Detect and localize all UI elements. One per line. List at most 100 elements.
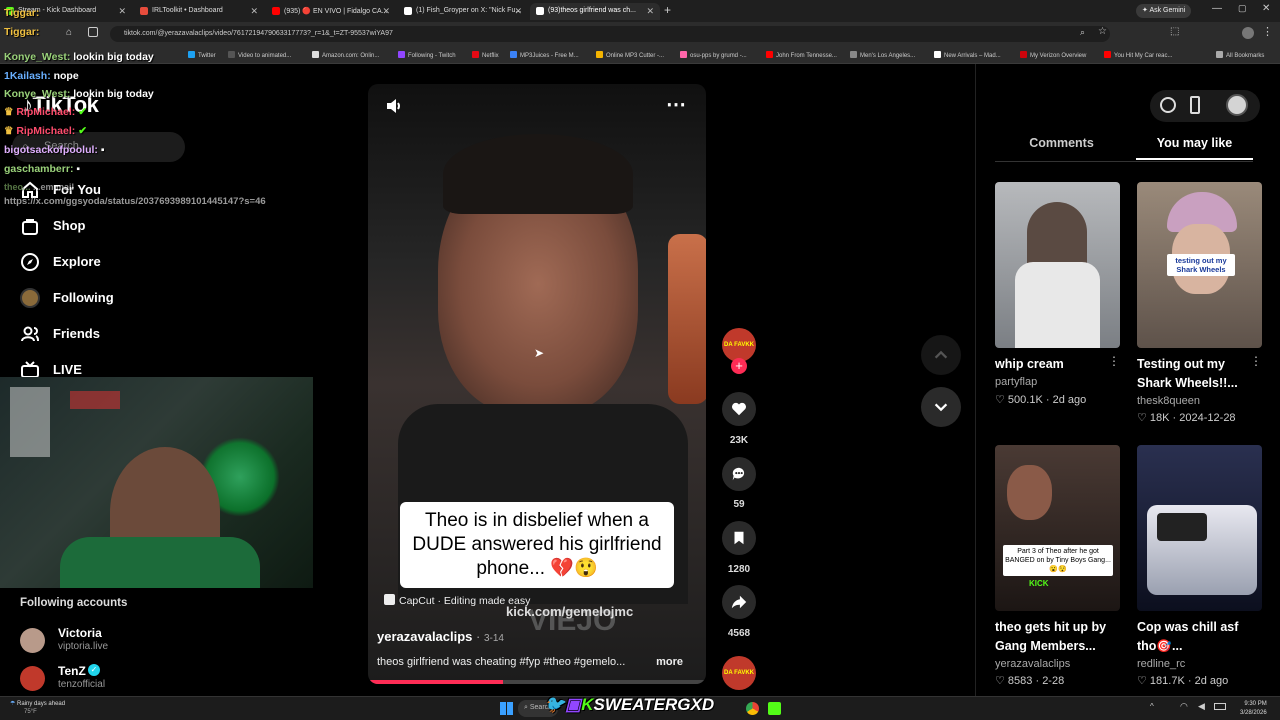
following-account[interactable]: TenZ ✓ tenzofficial: [20, 664, 240, 694]
bookmark-item[interactable]: Twitter: [188, 51, 216, 59]
close-tab-icon[interactable]: ✕: [382, 6, 390, 17]
zoom-icon[interactable]: ⌕: [1080, 27, 1085, 38]
chat-username: theo...: [4, 182, 31, 192]
sound-disc[interactable]: DA FAVKK: [722, 656, 756, 690]
save-button[interactable]: [722, 521, 756, 555]
sidebar-item-label: Shop: [53, 218, 86, 233]
card-author[interactable]: partyflap: [995, 376, 1037, 388]
kick-icon: K: [581, 695, 594, 714]
card-author[interactable]: yerazavalaclips: [995, 658, 1070, 670]
user-avatar[interactable]: [1226, 94, 1248, 116]
phone-icon[interactable]: [1190, 96, 1200, 114]
bookmark-item[interactable]: All Bookmarks: [1216, 51, 1264, 59]
home-icon[interactable]: ⌂: [66, 27, 72, 38]
tab-comments[interactable]: Comments: [995, 136, 1128, 160]
bookmark-item[interactable]: Men's Los Angeles...: [850, 51, 915, 59]
volume-icon[interactable]: [384, 96, 404, 116]
bookmark-item[interactable]: osu-pps by grumd -...: [680, 51, 747, 59]
tab-you-may-like[interactable]: You may like: [1136, 136, 1253, 160]
bookmark-item[interactable]: Following - Twitch: [398, 51, 456, 59]
folder-icon: [1216, 51, 1223, 58]
follow-plus-button[interactable]: +: [731, 358, 747, 374]
browser-tab[interactable]: (935) 🔴 EN VIVO | Fidalgo CA... ✕: [266, 3, 396, 20]
close-tab-icon[interactable]: ✕: [250, 6, 258, 17]
more-options-icon[interactable]: ⋯: [666, 92, 686, 117]
browser-tab[interactable]: (1) Fish_Groyper on X: "Nick Fu... ✕: [398, 3, 528, 20]
bookmark-item[interactable]: My Verizon Overview: [1020, 51, 1086, 59]
tray-chevron-icon[interactable]: ^: [1150, 702, 1154, 711]
previous-video-button[interactable]: [921, 335, 961, 375]
get-app-icon[interactable]: [1160, 97, 1176, 113]
minimize-icon[interactable]: —: [1212, 3, 1222, 14]
close-tab-icon[interactable]: ✕: [514, 6, 522, 17]
following-account[interactable]: Victoria viptoria.live: [20, 626, 240, 656]
bookmark-item[interactable]: Online MP3 Cutter -...: [596, 51, 664, 59]
tabs-divider: [995, 161, 1253, 162]
close-tab-icon[interactable]: ✕: [646, 6, 654, 17]
video-card-thumbnail[interactable]: testing out my Shark Wheels: [1137, 182, 1262, 348]
start-button[interactable]: [500, 702, 513, 715]
url-field[interactable]: tiktok.com/@yerazavalaclips/video/761721…: [110, 26, 1110, 42]
clock[interactable]: 9:30 PM 3/28/2026: [1240, 700, 1267, 718]
progress-track[interactable]: [368, 680, 706, 684]
card-meta: ♡ 8583 · 2-28: [995, 675, 1065, 687]
close-window-icon[interactable]: ✕: [1262, 3, 1270, 14]
comment-button[interactable]: [722, 457, 756, 491]
compass-icon: [21, 253, 39, 271]
maximize-icon[interactable]: ▢: [1238, 3, 1247, 14]
card-likes: 8583: [1007, 675, 1033, 687]
card-title-line2[interactable]: Gang Members...: [995, 639, 1096, 653]
browser-tab-active[interactable]: (93)theos girlfriend was ch... ✕: [530, 3, 660, 20]
close-tab-icon[interactable]: ✕: [118, 6, 126, 17]
bookmark-star-icon[interactable]: ☆: [1098, 26, 1107, 37]
next-video-button[interactable]: [921, 387, 961, 427]
chrome-taskbar-icon[interactable]: [746, 702, 759, 715]
weather-widget[interactable]: ☂ Rainy days ahead 75°F: [10, 700, 65, 716]
menu-icon[interactable]: ⋮: [1262, 25, 1273, 38]
browser-tab[interactable]: IRLToolkit • Dashboard ✕: [134, 3, 264, 20]
video-card-thumbnail[interactable]: [995, 182, 1120, 348]
card-author[interactable]: thesk8queen: [1137, 395, 1200, 407]
card-author[interactable]: redline_rc: [1137, 658, 1185, 670]
card-more-icon[interactable]: ⋮: [1250, 354, 1262, 368]
thumb-face: [1007, 465, 1052, 520]
madhappy-icon: [934, 51, 941, 58]
video-card-thumbnail[interactable]: [1137, 445, 1262, 611]
bookmark-item[interactable]: John From Tennesse...: [766, 51, 837, 59]
chat-username: RipMichael:: [16, 125, 76, 137]
new-tab-icon[interactable]: +: [664, 3, 671, 17]
sidebar-toggle-icon[interactable]: [88, 27, 98, 37]
wifi-icon[interactable]: ◠: [1180, 701, 1188, 712]
card-title[interactable]: theo gets hit up by: [995, 620, 1106, 634]
battery-icon[interactable]: [1214, 703, 1226, 710]
card-title-line2[interactable]: Shark Wheels!!...: [1137, 376, 1238, 390]
bookmark-item[interactable]: Netflix: [472, 51, 499, 59]
bookmark-item[interactable]: Video to animated...: [228, 51, 291, 59]
share-button[interactable]: [722, 585, 756, 619]
share-icon: [731, 595, 747, 609]
bookmark-item[interactable]: Amazon.com: Onlin...: [312, 51, 379, 59]
card-title-line2[interactable]: tho🎯...: [1137, 639, 1182, 654]
like-button[interactable]: [722, 392, 756, 426]
overlay-text: Part 3 of Theo after he got BANGED on by…: [1005, 548, 1111, 573]
twitch-icon: ▣: [565, 695, 582, 714]
profile-icon[interactable]: [1242, 27, 1254, 39]
video-card-thumbnail[interactable]: Part 3 of Theo after he got BANGED on by…: [995, 445, 1120, 611]
extensions-icon[interactable]: ⬚: [1170, 26, 1179, 37]
kick-taskbar-icon[interactable]: [768, 702, 781, 715]
bookmark-item[interactable]: MP3Juices - Free M...: [510, 51, 579, 59]
creator-avatar[interactable]: DA FAVKK: [722, 328, 756, 362]
card-title[interactable]: whip cream: [995, 357, 1064, 371]
bookmark-item[interactable]: You Hit My Car reac...: [1104, 51, 1172, 59]
ask-gemini-button[interactable]: ✦ Ask Gemini: [1136, 4, 1192, 18]
chat-link[interactable]: https://x.com/ggsyoda/status/20376939891…: [4, 195, 304, 208]
more-link[interactable]: more: [656, 656, 683, 668]
sidebar-item-label: LIVE: [53, 362, 82, 377]
video-author[interactable]: yerazavalaclips · 3-14: [377, 629, 504, 644]
bookmark-item[interactable]: New Arrivals – Mad...: [934, 51, 1001, 59]
video-player[interactable]: VIEJO Theo is in disbelief when a DUDE a…: [368, 84, 706, 684]
card-title[interactable]: Testing out my: [1137, 357, 1225, 371]
card-more-icon[interactable]: ⋮: [1108, 354, 1120, 368]
card-title[interactable]: Cop was chill asf: [1137, 620, 1238, 634]
volume-tray-icon[interactable]: ◀: [1198, 701, 1205, 712]
